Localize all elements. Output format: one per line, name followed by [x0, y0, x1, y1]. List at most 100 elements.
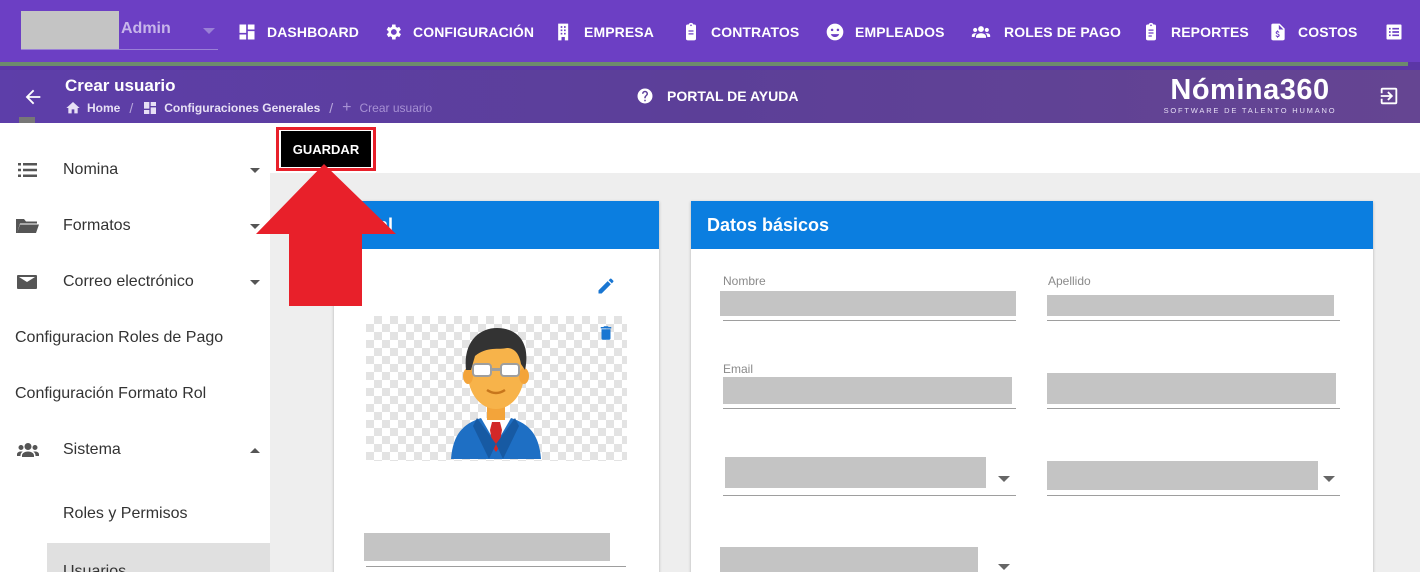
edit-pencil-icon[interactable] [596, 276, 616, 296]
user-select-underline [21, 49, 218, 50]
nav-more[interactable] [1384, 20, 1414, 44]
nav-costos[interactable]: COSTOS [1268, 20, 1357, 44]
nav-label: DASHBOARD [267, 24, 359, 40]
folder-icon [16, 219, 39, 233]
help-label: PORTAL DE AYUDA [667, 88, 799, 104]
secondary-input[interactable] [1047, 373, 1336, 404]
user-name[interactable]: Admin [121, 20, 171, 38]
nav-contratos[interactable]: CONTRATOS [681, 20, 799, 44]
name-input[interactable] [720, 291, 1016, 316]
brand-logo: Nómina360 SOFTWARE DE TALENTO HUMANO [1160, 73, 1340, 115]
breadcrumb-home[interactable]: Home [87, 101, 120, 115]
chevron-up-icon [250, 447, 260, 453]
select-field-2-underline [1047, 495, 1340, 496]
nav-bottom-strip [0, 62, 1420, 70]
select-field-2[interactable] [1047, 461, 1318, 490]
logo-name: Nómina360 [1170, 74, 1330, 106]
sidebar-item-nomina[interactable]: Nomina [0, 150, 270, 190]
nav-reportes[interactable]: REPORTES [1141, 20, 1249, 44]
avatar-illustration [451, 328, 541, 459]
nav-roles-de-pago[interactable]: ROLES DE PAGO [968, 20, 1121, 44]
face-icon [826, 23, 844, 41]
mail-icon [17, 275, 37, 289]
invoice-icon [1271, 23, 1285, 41]
sidebar-item-label: Sistema [63, 441, 121, 458]
nav-configuracion[interactable]: CONFIGURACIÓN [383, 20, 534, 44]
loading-bar [0, 62, 1408, 66]
email-input-underline [723, 408, 1016, 409]
nav-label: CONTRATOS [711, 24, 800, 40]
select-field-3[interactable] [720, 547, 978, 572]
gear-icon [386, 24, 401, 40]
nav-empleados[interactable]: EMPLEADOS [825, 20, 945, 44]
sidebar-item-label: Formatos [63, 217, 131, 234]
breadcrumb-separator: / [129, 100, 134, 116]
sidebar-item-label: Configuración Formato Rol [15, 385, 207, 402]
list-box-icon [1386, 24, 1402, 40]
chevron-down-icon[interactable] [998, 564, 1010, 570]
basic-data-card-title: Datos básicos [707, 214, 830, 235]
dashboard-icon [239, 24, 255, 40]
nav-label: COSTOS [1298, 24, 1358, 40]
email-field-label: Email [723, 362, 754, 376]
list-icon [18, 163, 37, 177]
breadcrumb-section[interactable]: Configuraciones Generales [164, 101, 320, 115]
home-icon [66, 102, 80, 114]
sidebar-item-usuarios[interactable]: Usuarios [47, 543, 270, 572]
profile-field-input[interactable] [364, 533, 610, 561]
select-field-1-underline [723, 495, 1016, 496]
building-icon [558, 23, 569, 41]
annotation-arrow-up [256, 164, 396, 306]
user-avatar-placeholder[interactable] [21, 11, 119, 49]
sidebar: Nomina Formatos Correo electrónico Confi… [0, 117, 270, 572]
name-field-label: Nombre [723, 274, 766, 288]
nav-dashboard[interactable]: DASHBOARD [237, 20, 359, 44]
user-dropdown-caret[interactable] [203, 28, 215, 34]
logout-icon[interactable] [1378, 85, 1400, 107]
trash-icon[interactable] [597, 323, 615, 343]
plus-icon: + [342, 99, 352, 116]
page-title: Crear usuario [65, 76, 176, 95]
dashboard-icon [144, 102, 157, 114]
nav-label: REPORTES [1171, 24, 1249, 40]
select-field-1[interactable] [725, 457, 986, 488]
profile-photo[interactable] [366, 316, 627, 461]
sidebar-item-config-formato-rol[interactable]: Configuración Formato Rol [0, 374, 270, 414]
sidebar-item-label: Correo electrónico [63, 273, 194, 290]
nav-label: ROLES DE PAGO [1004, 24, 1121, 40]
logo-tagline: SOFTWARE DE TALENTO HUMANO [1163, 106, 1337, 115]
sidebar-item-sistema[interactable]: Sistema [0, 430, 270, 470]
users-icon [17, 443, 39, 457]
users-icon [971, 26, 991, 38]
sidebar-item-label: Configuracion Roles de Pago [15, 329, 224, 346]
sidebar-item-roles-permisos[interactable]: Roles y Permisos [0, 494, 270, 534]
nav-label: EMPLEADOS [855, 24, 945, 40]
help-portal-link[interactable]: PORTAL DE AYUDA [636, 87, 798, 105]
sidebar-item-correo[interactable]: Correo electrónico [0, 262, 270, 302]
sidebar-item-label: Roles y Permisos [63, 505, 188, 522]
breadcrumb: Home / Configuraciones Generales / + Cre… [65, 99, 433, 116]
name-input-underline [723, 320, 1016, 321]
sidebar-item-formatos[interactable]: Formatos [0, 206, 270, 246]
nav-label: CONFIGURACIÓN [413, 24, 535, 40]
nav-label: EMPRESA [584, 24, 654, 40]
help-icon [637, 88, 653, 104]
breadcrumb-separator: / [329, 100, 334, 116]
sidebar-item-label: Usuarios [63, 563, 127, 572]
sidebar-item-config-roles-pago[interactable]: Configuracion Roles de Pago [0, 318, 270, 358]
back-arrow-icon[interactable] [22, 86, 44, 108]
chevron-down-icon[interactable] [998, 476, 1010, 482]
action-toolbar [270, 123, 1420, 173]
page-header: Crear usuario Home / Configuraciones Gen… [0, 70, 1420, 123]
nav-empresa[interactable]: EMPRESA [554, 20, 654, 44]
secondary-input-underline [1047, 408, 1340, 409]
lastname-input-underline [1047, 320, 1340, 321]
basic-data-card-header: Datos básicos [691, 201, 1373, 249]
lastname-input[interactable] [1047, 295, 1334, 316]
email-input[interactable] [723, 377, 1012, 404]
profile-field-underline [366, 566, 626, 567]
sidebar-item-label: Nomina [63, 161, 119, 178]
top-navbar: Admin DASHBOARD CONFIGURACIÓN EMPRESA CO… [0, 0, 1420, 70]
breadcrumb-current: Crear usuario [359, 101, 433, 115]
chevron-down-icon[interactable] [1323, 476, 1335, 482]
